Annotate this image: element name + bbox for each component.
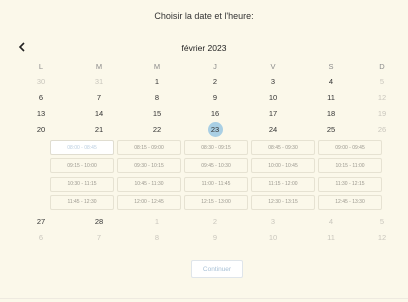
day-cell[interactable]: 17 bbox=[244, 105, 302, 121]
time-slot-selected[interactable]: 08:00 - 08:45 bbox=[50, 140, 114, 155]
selected-day-number: 23 bbox=[207, 121, 223, 137]
day-cell[interactable]: 2 bbox=[186, 73, 244, 89]
time-slot[interactable]: 10:45 - 11:30 bbox=[117, 176, 181, 192]
day-cell-outside: 9 bbox=[212, 232, 218, 242]
day-cell[interactable]: 8 bbox=[128, 89, 186, 105]
time-slot[interactable]: 09:00 - 09:45 bbox=[318, 140, 382, 155]
day-cell-disabled: 5 bbox=[379, 216, 385, 226]
day-cell[interactable]: 1 bbox=[128, 73, 186, 89]
day-cell-outside: 30 bbox=[36, 76, 46, 86]
time-slot[interactable]: 10:15 - 11:00 bbox=[318, 158, 382, 174]
day-cell[interactable]: 10 bbox=[244, 89, 302, 105]
day-cell[interactable]: 18 bbox=[302, 105, 360, 121]
time-slot[interactable]: 10:30 - 11:15 bbox=[50, 176, 114, 192]
day-cell-outside: 3 bbox=[270, 216, 276, 226]
calendar-week: 13 14 15 16 17 18 19 bbox=[12, 105, 404, 121]
time-slot[interactable]: 10:00 - 10:45 bbox=[251, 158, 315, 174]
time-slot[interactable]: 09:30 - 10:15 bbox=[117, 158, 181, 174]
day-cell[interactable]: 14 bbox=[70, 105, 128, 121]
time-slot[interactable]: 11:30 - 12:15 bbox=[318, 176, 382, 192]
day-cell-outside: 10 bbox=[268, 232, 278, 242]
time-slot[interactable]: 09:15 - 10:00 bbox=[50, 158, 114, 174]
time-slot[interactable]: 12:45 - 13:30 bbox=[318, 194, 382, 210]
weekday-header: L M M J V S D bbox=[12, 58, 404, 74]
day-cell[interactable]: 13 bbox=[12, 105, 70, 121]
day-cell[interactable]: 7 bbox=[70, 89, 128, 105]
day-cell-outside: 6 bbox=[38, 232, 44, 242]
continue-button[interactable]: Continuer bbox=[191, 260, 243, 278]
bottom-divider bbox=[0, 298, 408, 299]
day-cell-disabled: 26 bbox=[377, 124, 387, 134]
time-slot[interactable]: 08:45 - 09:30 bbox=[251, 140, 315, 155]
time-slot[interactable]: 11:00 - 11:45 bbox=[184, 176, 248, 192]
day-cell[interactable]: 20 bbox=[12, 121, 70, 137]
day-cell[interactable]: 9 bbox=[186, 89, 244, 105]
time-slot[interactable]: 11:45 - 12:30 bbox=[50, 194, 114, 210]
weekday-label: D bbox=[379, 61, 385, 71]
weekday-label: L bbox=[38, 61, 44, 71]
day-cell-outside: 8 bbox=[154, 232, 160, 242]
day-cell-disabled: 12 bbox=[377, 92, 387, 102]
day-cell[interactable]: 4 bbox=[302, 73, 360, 89]
day-cell[interactable]: 28 bbox=[70, 213, 128, 229]
day-cell-outside: 2 bbox=[212, 216, 218, 226]
day-cell[interactable]: 25 bbox=[302, 121, 360, 137]
time-slot-grid: 08:00 - 08:45 08:15 - 09:00 08:30 - 09:1… bbox=[50, 140, 386, 210]
time-slot[interactable]: 09:45 - 10:30 bbox=[184, 158, 248, 174]
day-cell-outside: 7 bbox=[96, 232, 102, 242]
day-cell[interactable]: 21 bbox=[70, 121, 128, 137]
day-cell-outside: 31 bbox=[94, 76, 104, 86]
day-cell[interactable]: 6 bbox=[12, 89, 70, 105]
day-cell-disabled: 5 bbox=[379, 76, 385, 86]
day-cell-disabled: 19 bbox=[377, 108, 387, 118]
calendar-week: 20 21 22 23 24 25 26 bbox=[12, 121, 404, 137]
day-cell-disabled: 12 bbox=[377, 232, 387, 242]
weekday-label: V bbox=[270, 61, 276, 71]
time-slot[interactable]: 12:15 - 13:00 bbox=[184, 194, 248, 210]
day-cell[interactable]: 15 bbox=[128, 105, 186, 121]
day-cell[interactable]: 16 bbox=[186, 105, 244, 121]
time-slot[interactable]: 08:30 - 09:15 bbox=[184, 140, 248, 155]
weekday-label: J bbox=[213, 61, 217, 71]
time-slot[interactable]: 12:00 - 12:45 bbox=[117, 194, 181, 210]
weekday-label: S bbox=[328, 61, 334, 71]
calendar-week: 6 7 8 9 10 11 12 bbox=[12, 229, 404, 245]
day-cell[interactable]: 27 bbox=[12, 213, 70, 229]
day-cell-outside: 11 bbox=[327, 232, 335, 242]
calendar-week: 30 31 1 2 3 4 5 bbox=[12, 73, 404, 89]
day-cell[interactable]: 22 bbox=[128, 121, 186, 137]
weekday-label: M bbox=[95, 61, 103, 71]
month-label: février 2023 bbox=[181, 43, 227, 53]
day-cell-outside: 1 bbox=[154, 216, 160, 226]
datetime-picker-panel: Choisir la date et l'heure: février 2023… bbox=[0, 0, 408, 302]
time-slot[interactable]: 12:30 - 13:15 bbox=[251, 194, 315, 210]
day-cell-selected[interactable]: 23 bbox=[186, 121, 244, 137]
day-cell[interactable]: 11 bbox=[302, 89, 360, 105]
calendar-week: 6 7 8 9 10 11 12 bbox=[12, 89, 404, 105]
day-cell[interactable]: 3 bbox=[244, 73, 302, 89]
day-cell-outside: 4 bbox=[328, 216, 334, 226]
calendar-week: 27 28 1 2 3 4 5 bbox=[12, 213, 404, 229]
time-slot[interactable]: 08:15 - 09:00 bbox=[117, 140, 181, 155]
weekday-label: M bbox=[153, 61, 161, 71]
day-cell[interactable]: 24 bbox=[244, 121, 302, 137]
page-title: Choisir la date et l'heure: bbox=[154, 11, 254, 21]
time-slot[interactable]: 11:15 - 12:00 bbox=[251, 176, 315, 192]
